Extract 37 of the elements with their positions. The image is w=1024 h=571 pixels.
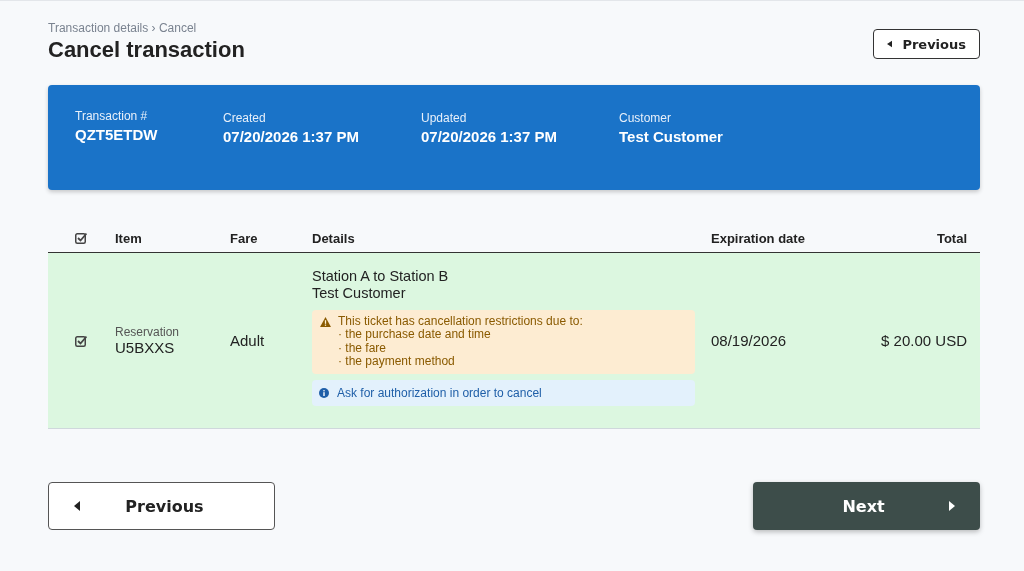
info-text: Ask for authorization in order to cancel (337, 385, 542, 400)
checkbox-icon[interactable] (75, 232, 87, 244)
column-header: Total (935, 230, 968, 246)
column-header: Fare (230, 230, 259, 246)
warning-reason: · the purchase date and time (338, 328, 492, 342)
summary-label: Updated (421, 111, 468, 125)
summary-label: Transaction # (75, 109, 149, 123)
info-icon (319, 387, 329, 398)
next-button[interactable]: Next (753, 482, 980, 530)
warning-text: This ticket has cancellation restrictions due to: (338, 314, 583, 328)
summary-value: 07/20/2026 1:37 PM (223, 128, 360, 145)
summary-value: Test Customer (619, 128, 724, 145)
caret-left-icon (887, 40, 893, 48)
warning-reason: · the payment method (338, 355, 456, 369)
total-cell-text: $ 20.00 USD (880, 332, 968, 349)
column-header: Details (312, 230, 356, 246)
customer-text: Test Customer (312, 284, 407, 302)
warning-icon (320, 316, 331, 327)
summary-label: Customer (619, 111, 672, 125)
column-header: Expiration date (711, 230, 806, 246)
item-code: U5BXXS (115, 339, 176, 356)
caret-left-icon (74, 501, 80, 511)
previous-button[interactable]: Previous (48, 482, 275, 530)
caret-right-icon (949, 501, 955, 511)
warning-reason: · the fare (338, 341, 387, 355)
column-header: Item (115, 230, 143, 246)
item-type: Reservation (115, 325, 181, 339)
fare-cell-text: Adult (230, 332, 266, 349)
summary-value: QZT5ETDW (75, 126, 159, 143)
summary-value: 07/20/2026 1:37 PM (421, 128, 558, 145)
checkbox-icon[interactable] (75, 334, 87, 347)
expiration-cell-text: 08/19/2026 (711, 332, 788, 349)
route-text: Station A to Station B (312, 267, 450, 285)
previous-button[interactable]: Previous (873, 29, 980, 59)
summary-label: Created (223, 111, 267, 125)
page-title: Cancel transaction (48, 37, 245, 63)
breadcrumb: Transaction details › Cancel (48, 21, 198, 35)
